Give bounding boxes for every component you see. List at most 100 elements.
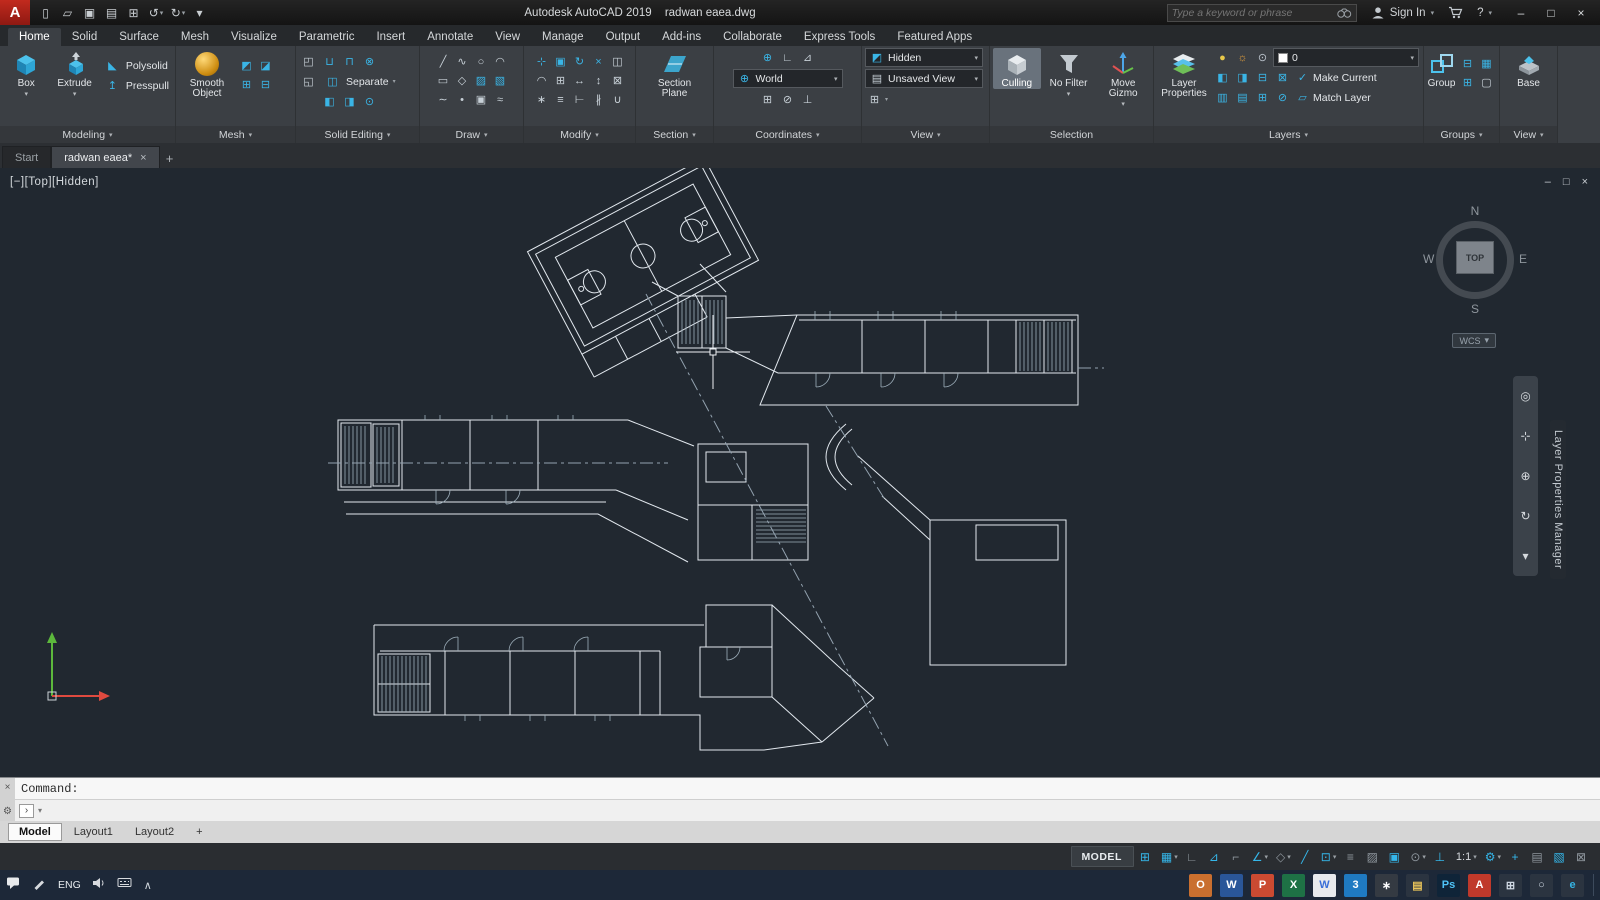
taskbar-taskview[interactable]: ⊞ — [1499, 873, 1522, 897]
polyline-icon[interactable]: ∿ — [453, 52, 472, 71]
touch-keyboard-icon[interactable] — [117, 876, 133, 894]
plot-icon[interactable]: ⊞ — [124, 3, 144, 23]
annotation-scale[interactable]: 1:1 ▾ — [1453, 846, 1480, 867]
group-bbox-icon[interactable]: ▢ — [1477, 73, 1496, 92]
ungroup-icon[interactable]: ⊟ — [1458, 54, 1477, 73]
tab-visualize[interactable]: Visualize — [220, 28, 288, 46]
open-file-icon[interactable]: ▱ — [58, 3, 78, 23]
ucs-icon[interactable]: ⊕ — [758, 48, 777, 67]
visual-style-dropdown[interactable]: ◩ Hidden ▾ — [865, 48, 983, 67]
layer-isolate-icon[interactable]: ◧ — [1213, 68, 1232, 87]
trim-icon[interactable]: × — [589, 52, 608, 71]
extract-edges-icon[interactable]: ⊙ — [360, 92, 379, 111]
panel-label-coordinates[interactable]: Coordinates ▾ — [714, 126, 861, 143]
panel-label-mesh[interactable]: Mesh ▾ — [176, 126, 295, 143]
app-store-cart-icon[interactable] — [1448, 6, 1463, 19]
subtract-icon[interactable]: ⊓ — [340, 52, 359, 71]
infer-constraints-icon[interactable]: ∟ — [1183, 846, 1203, 867]
maximize-button[interactable]: □ — [1536, 0, 1566, 25]
layer-lock-icon[interactable]: ⊙ — [1253, 48, 1272, 67]
panel-label-groups[interactable]: Groups ▾ — [1424, 126, 1499, 143]
isometric-drafting-icon[interactable]: ◇ ▾ — [1273, 846, 1294, 867]
stretch-icon[interactable]: ↔ — [570, 71, 589, 90]
taper-faces-icon[interactable]: ◨ — [340, 92, 359, 111]
taskbar-explorer[interactable]: ▤ — [1406, 873, 1429, 897]
taskbar-edge[interactable]: e — [1561, 873, 1584, 897]
binoculars-search-icon[interactable] — [1336, 6, 1352, 20]
viewcube-south[interactable]: S — [1423, 302, 1527, 316]
dynamic-ucs-icon[interactable]: ⊥ — [1431, 846, 1451, 867]
offset-icon[interactable]: ≡ — [551, 90, 570, 109]
pen-icon[interactable] — [32, 876, 47, 895]
smooth-object-button[interactable]: Smooth Object — [179, 48, 235, 99]
polar-tracking-icon[interactable]: ∠ ▾ — [1249, 846, 1271, 867]
orbit-icon[interactable]: ↻ — [1520, 509, 1530, 523]
group-selection-icon[interactable]: ⊞ — [1458, 73, 1477, 92]
tab-surface[interactable]: Surface — [108, 28, 170, 46]
zoom-icon[interactable]: ⊕ — [1520, 469, 1530, 483]
viewcube-north[interactable]: N — [1423, 204, 1527, 218]
revision-cloud-icon[interactable]: ≈ — [491, 90, 510, 109]
help-menu[interactable]: ? ▾ — [1477, 7, 1492, 19]
array-icon[interactable]: ⊞ — [551, 71, 570, 90]
scale-icon[interactable]: ↕ — [589, 71, 608, 90]
move-gizmo-button[interactable]: Move Gizmo ▾ — [1096, 48, 1150, 108]
panel-label-modeling[interactable]: Modeling ▾ — [0, 126, 175, 143]
layer-off-pick-icon[interactable]: ⊠ — [1273, 68, 1292, 87]
drawing-minimize-button[interactable]: – — [1545, 176, 1551, 188]
new-file-icon[interactable]: ▯ — [36, 3, 56, 23]
ucs-face-icon[interactable]: ⊿ — [798, 48, 817, 67]
layer-freeze-pick-icon[interactable]: ⊟ — [1253, 68, 1272, 87]
copy-icon[interactable]: ▣ — [551, 52, 570, 71]
group-edit-icon[interactable]: ▦ — [1477, 54, 1496, 73]
presspull-button[interactable]: ↥ Presspull — [100, 76, 172, 95]
3d-object-snap-icon[interactable]: ⊙ ▾ — [1407, 846, 1429, 867]
undo-icon[interactable]: ↺ ▾ — [146, 3, 166, 23]
ucs-z-axis-icon[interactable]: ⊘ — [778, 90, 797, 109]
layer-dropdown[interactable]: 0 ▾ — [1273, 48, 1419, 67]
layer-properties-button[interactable]: Layer Properties — [1157, 48, 1211, 99]
navbar-more-icon[interactable]: ▾ — [1522, 549, 1528, 563]
quick-properties-icon[interactable]: ▤ — [1528, 846, 1548, 867]
ucs-previous-icon[interactable]: ∟ — [778, 48, 797, 67]
tab-featured-apps[interactable]: Featured Apps — [886, 28, 983, 46]
polysolid-button[interactable]: ◣ Polysolid — [100, 56, 172, 75]
panel-label-selection[interactable]: Selection — [990, 126, 1153, 143]
show-hidden-icons-chevron[interactable]: ∧ — [144, 879, 152, 892]
base-button[interactable]: Base — [1509, 48, 1549, 89]
fillet-icon[interactable]: ◠ — [532, 71, 551, 90]
tab-addins[interactable]: Add-ins — [651, 28, 712, 46]
rotate-icon[interactable]: ↻ — [570, 52, 589, 71]
circle-icon[interactable]: ○ — [472, 52, 491, 71]
mesh-edge-icon[interactable]: ◪ — [256, 56, 275, 75]
ucs-dropdown[interactable]: ⊕ World ▾ — [732, 69, 843, 88]
taskbar-outlook[interactable]: O — [1189, 873, 1212, 897]
ucs-view-icon[interactable]: ⊥ — [798, 90, 817, 109]
explode-icon[interactable]: ∗ — [532, 90, 551, 109]
tab-home[interactable]: Home — [8, 28, 61, 46]
join-icon[interactable]: ∪ — [608, 90, 627, 109]
drawing-close-button[interactable]: × — [1582, 176, 1588, 188]
taskbar-autocad[interactable]: A — [1468, 873, 1491, 897]
layout-tab-layout2[interactable]: Layout2 — [125, 824, 184, 840]
redo-icon[interactable]: ↻ ▾ — [168, 3, 188, 23]
close-button[interactable]: × — [1566, 0, 1596, 25]
drawing-canvas[interactable]: [−] [Top] [Hidden] – □ × N TOP W E S WCS… — [0, 168, 1600, 777]
separate-button[interactable]: ◫ Separate ▾ — [320, 72, 403, 91]
tab-insert[interactable]: Insert — [365, 28, 416, 46]
taskbar-snip[interactable]: ∗ — [1375, 873, 1398, 897]
intersect-icon[interactable]: ⊗ — [360, 52, 379, 71]
panel-label-view-styles[interactable]: View ▾ — [862, 126, 989, 143]
viewport-config-icon[interactable]: ⊞ — [865, 90, 884, 109]
viewport-visual-style-control[interactable]: [Hidden] — [52, 176, 99, 188]
annotation-monitor-icon[interactable]: + — [1506, 846, 1526, 867]
erase-icon[interactable]: ⊠ — [608, 71, 627, 90]
layout-tab-layout1[interactable]: Layout1 — [64, 824, 123, 840]
steering-wheel-icon[interactable]: ◎ — [1520, 389, 1530, 403]
panel-label-modify[interactable]: Modify ▾ — [524, 126, 635, 143]
taskbar-search[interactable]: ○ — [1530, 873, 1553, 897]
no-filter-button[interactable]: No Filter ▾ — [1043, 48, 1095, 98]
save-icon[interactable]: ▣ — [80, 3, 100, 23]
panel-label-view-create[interactable]: View ▾ — [1500, 126, 1557, 143]
tab-manage[interactable]: Manage — [531, 28, 595, 46]
